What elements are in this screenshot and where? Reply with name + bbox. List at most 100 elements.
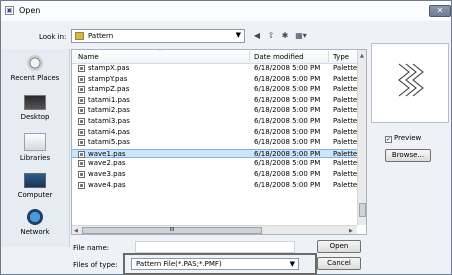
new-folder-icon[interactable]: ✱ bbox=[279, 30, 291, 42]
file-name: wave1.pas bbox=[88, 149, 126, 158]
file-row[interactable]: stampZ.pas 6/18/2008 5:00 PM Palette bbox=[72, 85, 357, 94]
file-date: 6/18/2008 5:00 PM bbox=[254, 138, 321, 147]
column-type[interactable]: Type bbox=[333, 53, 349, 61]
place-label: Libraries bbox=[19, 154, 51, 162]
close-button[interactable]: ✕ bbox=[429, 5, 451, 17]
pas-file-icon bbox=[78, 128, 85, 136]
file-name: tatami1.pas bbox=[88, 95, 130, 104]
folder-icon bbox=[75, 32, 84, 40]
pas-file-icon bbox=[78, 65, 85, 72]
file-type: Palette bbox=[333, 170, 357, 178]
file-row[interactable]: tatami5.pas 6/18/2008 5:00 PM Palette bbox=[72, 138, 357, 147]
file-row[interactable]: tatami2.pas 6/18/2008 5:00 PM Palette bbox=[72, 106, 357, 115]
place-label: Network bbox=[20, 228, 50, 236]
back-icon[interactable]: ◀ bbox=[251, 30, 263, 42]
cancel-button[interactable]: Cancel bbox=[317, 257, 361, 270]
desktop-icon bbox=[24, 95, 46, 110]
file-name-input[interactable] bbox=[135, 241, 295, 253]
browse-button[interactable]: Browse... bbox=[385, 149, 431, 162]
preview-pane bbox=[371, 43, 449, 123]
file-type: Palette bbox=[333, 149, 357, 158]
files-of-type-label: Files of type: bbox=[73, 261, 118, 269]
file-type: Palette bbox=[333, 64, 357, 72]
file-date: 6/18/2008 5:00 PM bbox=[254, 85, 321, 94]
file-type: Palette bbox=[333, 138, 357, 147]
places-bar: Recent Places Desktop Libraries Computer… bbox=[1, 49, 70, 247]
file-date: 6/18/2008 5:00 PM bbox=[254, 180, 321, 189]
view-menu-icon[interactable]: ▦▾ bbox=[293, 30, 309, 42]
file-date: 6/18/2008 5:00 PM bbox=[254, 74, 321, 83]
file-row[interactable]: wave1.pas 6/18/2008 5:00 PM Palette bbox=[72, 148, 357, 158]
chevron-down-icon: ▼ bbox=[235, 31, 241, 39]
open-dialog: ▣ Open ✕ Look in: Pattern ▼ ◀ ⇧ ✱ ▦▾ Rec… bbox=[0, 0, 452, 275]
chevron-down-icon: ▼ bbox=[289, 260, 295, 268]
place-network[interactable]: Network bbox=[1, 209, 69, 236]
file-row[interactable]: wave4.pas 6/18/2008 5:00 PM Palette bbox=[72, 181, 357, 190]
place-libraries[interactable]: Libraries bbox=[1, 133, 69, 162]
file-list[interactable]: Name ^ Date modified Type stampX.pas 6/18… bbox=[71, 49, 367, 235]
open-button[interactable]: Open bbox=[317, 240, 361, 253]
window-title: Open bbox=[19, 6, 41, 15]
column-header: Name ^ Date modified Type bbox=[72, 50, 357, 64]
file-date: 6/18/2008 5:00 PM bbox=[254, 106, 321, 115]
pas-file-icon bbox=[78, 150, 85, 158]
file-date: 6/18/2008 5:00 PM bbox=[254, 64, 321, 72]
pas-file-icon bbox=[78, 160, 85, 168]
file-row[interactable]: tatami3.pas 6/18/2008 5:00 PM Palette bbox=[72, 117, 357, 126]
file-name: wave4.pas bbox=[88, 180, 126, 189]
file-row[interactable]: wave2.pas 6/18/2008 5:00 PM Palette bbox=[72, 159, 357, 168]
place-computer[interactable]: Computer bbox=[1, 173, 69, 199]
file-name: tatami2.pas bbox=[88, 106, 130, 115]
look-in-dropdown[interactable]: Pattern ▼ bbox=[71, 29, 245, 43]
zigzag-pattern-preview bbox=[398, 63, 424, 97]
pas-file-icon bbox=[78, 139, 85, 147]
file-row[interactable]: stampX.pas 6/18/2008 5:00 PM Palette bbox=[72, 64, 357, 73]
pas-file-icon bbox=[78, 171, 85, 178]
scroll-thumb[interactable] bbox=[359, 203, 366, 217]
scroll-right-icon[interactable]: ▶ bbox=[349, 228, 353, 234]
file-name: stampZ.pas bbox=[88, 85, 130, 94]
file-name: tatami3.pas bbox=[88, 117, 130, 125]
column-date-modified[interactable]: Date modified bbox=[254, 53, 304, 61]
file-row[interactable]: tatami4.pas 6/18/2008 5:00 PM Palette bbox=[72, 128, 357, 137]
scroll-up-icon[interactable]: ▲ bbox=[360, 53, 364, 59]
place-label: Recent Places bbox=[10, 74, 60, 82]
place-desktop[interactable]: Desktop bbox=[1, 95, 69, 121]
scroll-left-icon[interactable]: ◀ bbox=[74, 228, 78, 234]
column-separator[interactable] bbox=[249, 51, 250, 62]
preview-checkbox[interactable]: ✓ Preview bbox=[385, 134, 421, 143]
file-date: 6/18/2008 5:00 PM bbox=[254, 170, 321, 178]
file-type: Palette bbox=[333, 85, 357, 94]
file-type: Palette bbox=[333, 95, 357, 104]
file-type: Palette bbox=[333, 127, 357, 136]
look-in-value: Pattern bbox=[88, 32, 114, 40]
sort-ascending-icon: ^ bbox=[158, 49, 163, 55]
pas-file-icon bbox=[78, 96, 85, 104]
file-date: 6/18/2008 5:00 PM bbox=[254, 95, 321, 104]
horizontal-scrollbar[interactable]: ◀ III ▶ bbox=[72, 225, 357, 234]
file-name-label: File name: bbox=[73, 244, 110, 252]
file-date: 6/18/2008 5:00 PM bbox=[254, 159, 321, 168]
up-folder-icon[interactable]: ⇧ bbox=[265, 30, 277, 42]
file-type: Palette bbox=[333, 180, 357, 189]
file-row[interactable]: stampY.pas 6/18/2008 5:00 PM Palette bbox=[72, 75, 357, 84]
vertical-scrollbar[interactable]: ▲ bbox=[357, 50, 366, 225]
computer-icon bbox=[24, 173, 46, 188]
recent-places-icon bbox=[27, 55, 43, 71]
column-separator[interactable] bbox=[328, 51, 329, 62]
files-of-type-dropdown[interactable]: Pattern File(*.PAS;*.PMF) ▼ bbox=[131, 258, 299, 270]
scroll-thumb-horizontal[interactable]: III bbox=[82, 227, 262, 234]
file-name: stampX.pas bbox=[88, 64, 130, 72]
file-row[interactable]: wave3.pas 6/18/2008 5:00 PM Palette bbox=[72, 170, 357, 179]
file-type: Palette bbox=[333, 106, 357, 115]
file-row[interactable]: tatami1.pas 6/18/2008 5:00 PM Palette bbox=[72, 96, 357, 105]
file-date: 6/18/2008 5:00 PM bbox=[254, 117, 321, 125]
pas-file-icon bbox=[78, 75, 85, 83]
file-type: Palette bbox=[333, 74, 357, 83]
place-recent-places[interactable]: Recent Places bbox=[1, 55, 69, 82]
file-type: Palette bbox=[333, 159, 357, 168]
checkbox-check-icon[interactable]: ✓ bbox=[385, 136, 392, 143]
preview-label: Preview bbox=[394, 134, 422, 142]
column-name[interactable]: Name bbox=[78, 53, 99, 61]
app-icon: ▣ bbox=[5, 6, 14, 15]
